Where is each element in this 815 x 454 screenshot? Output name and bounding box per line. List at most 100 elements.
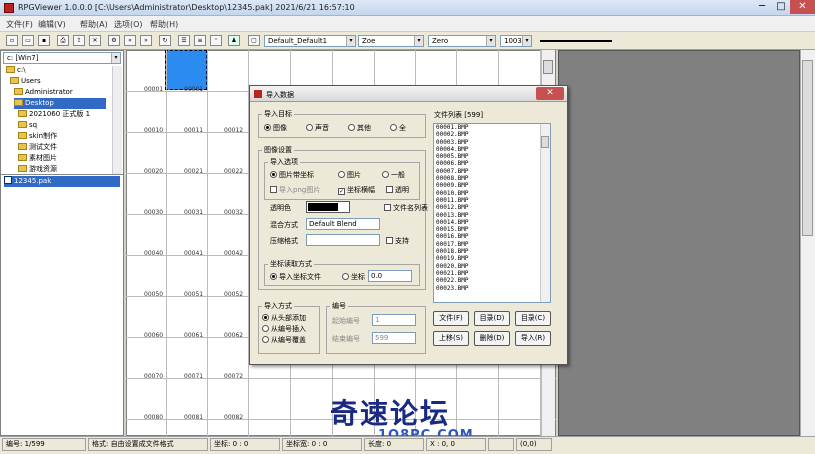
level-dropdown[interactable]: Zero ▾ (428, 35, 496, 47)
add-file-button[interactable]: 文件(F) (433, 311, 469, 326)
add-dir2-button[interactable]: 目录(C) (515, 311, 551, 326)
file-list-item[interactable]: 00009.BMP (434, 182, 550, 189)
file-list-item[interactable]: 00002.BMP (434, 131, 550, 138)
selected-cell[interactable] (165, 50, 207, 90)
prev-icon[interactable]: « (124, 35, 136, 46)
file-list-item[interactable]: 00001.BMP (434, 124, 550, 131)
chk-png[interactable]: 导入png图片 (270, 185, 320, 195)
end-number-input[interactable]: 599 (372, 332, 416, 344)
delete-button[interactable]: 删除(D) (474, 331, 510, 346)
tree-item[interactable]: 2021060 正式版 1 (18, 109, 90, 120)
file-list-item[interactable]: 00003.BMP (434, 139, 550, 146)
file-list-item[interactable]: 00018.BMP (434, 248, 550, 255)
menu-help[interactable]: 帮助(H) (150, 19, 178, 30)
tree-item[interactable]: skin制作 (18, 131, 57, 142)
file-list-item[interactable]: 00005.BMP (434, 153, 550, 160)
grid-scroll-thumb[interactable] (543, 60, 553, 74)
file-list-item[interactable]: 00007.BMP (434, 168, 550, 175)
menu-help-a[interactable]: 帮助(A) (80, 19, 108, 30)
tree-scrollbar[interactable] (112, 66, 122, 174)
file-list-item[interactable]: 00020.BMP (434, 263, 550, 270)
file-list-item[interactable]: 00023.BMP (434, 285, 550, 292)
file-list-item[interactable]: 00019.BMP (434, 255, 550, 262)
mode-append-radio[interactable]: 从头部添加 (262, 313, 306, 323)
compress-select[interactable] (306, 234, 380, 246)
align-bottom-icon[interactable]: ⁼ (210, 35, 222, 46)
preview-scroll-thumb[interactable] (802, 60, 813, 236)
align-top-icon[interactable]: ☰ (178, 35, 190, 46)
file-list-label: 文件列表 [599] (434, 111, 484, 119)
save-icon[interactable]: ▪ (38, 35, 50, 46)
color-picker[interactable] (306, 201, 350, 213)
file-list-item[interactable]: 00022.BMP (434, 277, 550, 284)
delete-icon[interactable]: ✕ (89, 35, 101, 46)
file-list-item[interactable]: 00016.BMP (434, 233, 550, 240)
close-button[interactable]: ✕ (790, 0, 815, 14)
coord-value-radio[interactable]: 坐标 (342, 272, 365, 282)
chk-transparent[interactable]: 透明 (386, 185, 409, 195)
size-dropdown[interactable]: 1003 ▾ (500, 35, 532, 47)
opt-image-radio[interactable]: 图片 (338, 170, 361, 180)
settings-icon[interactable]: ⚙ (108, 35, 120, 46)
frame-icon[interactable]: ▢ (248, 35, 260, 46)
file-list-item[interactable]: 00014.BMP (434, 219, 550, 226)
file-list-item[interactable]: 00017.BMP (434, 241, 550, 248)
file-list-item[interactable]: 00010.BMP (434, 190, 550, 197)
tree-item-selected[interactable]: Desktop (14, 98, 106, 109)
opt-general-radio[interactable]: 一般 (382, 170, 405, 180)
refresh-icon[interactable]: ↻ (159, 35, 171, 46)
target-image-radio[interactable]: 图像 (264, 123, 287, 133)
tree-item[interactable]: Administrator (14, 87, 73, 98)
align-middle-icon[interactable]: ≡ (194, 35, 206, 46)
tree-item[interactable]: sq (18, 120, 37, 131)
coord-file-radio[interactable]: 导入坐标文件 (270, 272, 321, 282)
mode-insert-radio[interactable]: 从编号插入 (262, 324, 306, 334)
open-icon[interactable]: ▭ (22, 35, 34, 46)
file-list-item[interactable]: 00012.BMP (434, 204, 550, 211)
add-dir-button[interactable]: 目录(D) (474, 311, 510, 326)
tree-item[interactable]: Users (10, 76, 41, 87)
file-item-selected[interactable]: 12345.pak (4, 176, 120, 187)
mode-overwrite-radio[interactable]: 从编号覆盖 (262, 335, 306, 345)
person-icon[interactable]: ♟ (228, 35, 240, 46)
file-list-item[interactable]: 00011.BMP (434, 197, 550, 204)
minimize-button[interactable]: ─ (752, 0, 772, 14)
blend-dropdown[interactable]: Default_Default1 ▾ (264, 35, 356, 47)
file-list-item[interactable]: 00021.BMP (434, 270, 550, 277)
new-icon[interactable]: ▫ (6, 35, 18, 46)
chk-coord-banner[interactable]: ✓ 坐标横幅 (338, 185, 375, 195)
chk-dir[interactable]: 文件名列表 (384, 203, 428, 213)
target-sound-radio[interactable]: 声音 (306, 123, 329, 133)
menu-file[interactable]: 文件(F) (6, 19, 33, 30)
dialog-title-bar (250, 86, 567, 102)
menu-options[interactable]: 选项(O) (114, 19, 143, 30)
file-list-item[interactable]: 00013.BMP (434, 212, 550, 219)
target-other-radio[interactable]: 其他 (348, 123, 371, 133)
menu-edit[interactable]: 编辑(V) (38, 19, 66, 30)
file-list-scroll-thumb[interactable] (541, 136, 549, 148)
coord-input[interactable]: 0.0 (368, 270, 412, 282)
move-up-button[interactable]: 上移(S) (433, 331, 469, 346)
file-list[interactable]: 00001.BMP 00002.BMP 00003.BMP 00004.BMP 0000… (433, 123, 551, 303)
dialog-close-button[interactable]: ✕ (536, 87, 564, 100)
drive-select[interactable]: c: [Win7] ▾ (3, 52, 121, 64)
file-list-item[interactable]: 00006.BMP (434, 160, 550, 167)
target-all-radio[interactable]: 全 (390, 123, 406, 133)
file-list-item[interactable]: 00008.BMP (434, 175, 550, 182)
file-list-item[interactable]: 00015.BMP (434, 226, 550, 233)
next-icon[interactable]: » (140, 35, 152, 46)
tree-item[interactable]: 测试文件 (18, 142, 57, 153)
maximize-button[interactable]: □ (772, 0, 790, 14)
chk-compress-support[interactable]: 支持 (386, 236, 409, 246)
file-list-item[interactable]: 00004.BMP (434, 146, 550, 153)
import-button[interactable]: 导入(R) (515, 331, 551, 346)
export-icon[interactable]: ⇪ (73, 35, 85, 46)
tree-item[interactable]: 素材图片 (18, 153, 57, 164)
tree-item[interactable]: c:\ (6, 65, 26, 76)
opt-image-coord-radio[interactable]: 图片带坐标 (270, 170, 314, 180)
file-list-scrollbar[interactable] (540, 124, 550, 302)
print-icon[interactable]: ⎙ (57, 35, 69, 46)
zoom-dropdown[interactable]: Zoe ▾ (358, 35, 424, 47)
start-number-input[interactable]: 1 (372, 314, 416, 326)
blend-select[interactable]: Default Blend (306, 218, 380, 230)
